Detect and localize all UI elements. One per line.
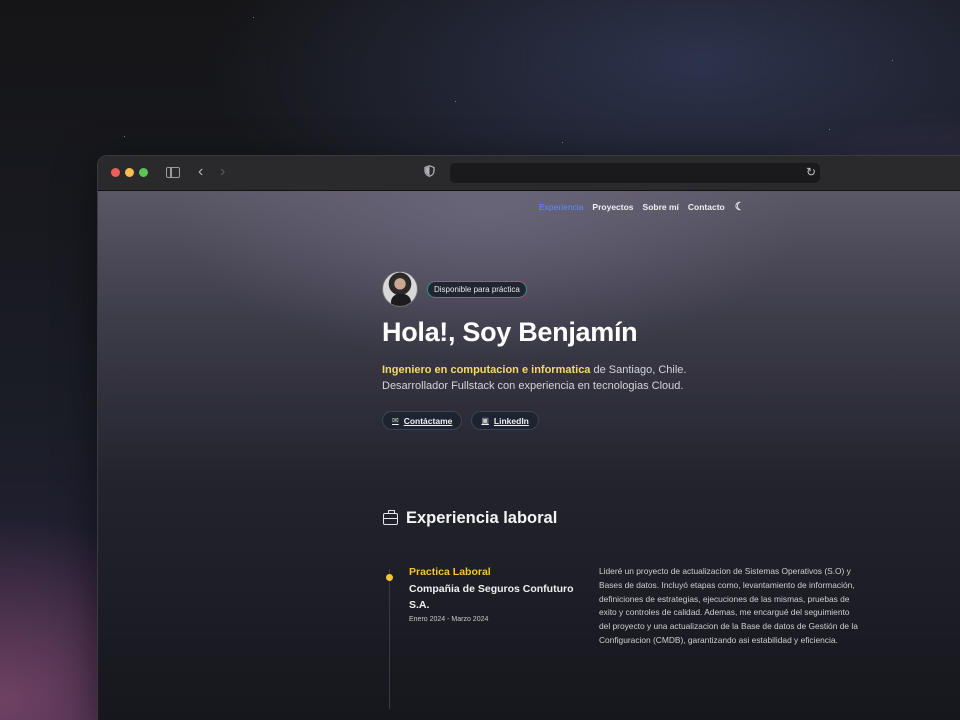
star <box>562 142 563 143</box>
nav-item-proyectos[interactable]: Proyectos <box>592 202 633 212</box>
job-description: Lideré un proyecto de actualizacion de S… <box>599 566 858 645</box>
page-title: Hola!, Soy Benjamín <box>382 317 638 347</box>
moon-icon[interactable]: ☾ <box>735 200 745 213</box>
minimize-window-button[interactable] <box>125 168 134 177</box>
linkedin-button-label: LinkedIn <box>493 415 529 426</box>
job-role: Practica Laboral <box>409 566 491 578</box>
linkedin-icon: ▣ <box>481 416 489 425</box>
contact-button[interactable]: ✉ Contáctame <box>382 411 463 430</box>
forward-arrow-icon[interactable]: › <box>220 164 225 180</box>
page-viewport: Experiencia Proyectos Sobre mí Contacto … <box>98 191 960 720</box>
description-line-2: Desarrollador Fullstack con experiencia … <box>382 380 684 392</box>
nav-item-experiencia[interactable]: Experiencia <box>539 202 583 212</box>
job-date: Enero 2024 - Marzo 2024 <box>409 616 489 623</box>
job-company: Compañia de Seguros Confuturo S.A. <box>409 583 574 611</box>
briefcase-icon <box>383 509 398 525</box>
experience-section-title: Experiencia laboral <box>383 509 557 528</box>
star <box>124 136 125 137</box>
availability-badge: Disponible para práctica <box>427 280 527 298</box>
star <box>455 101 456 102</box>
avatar-row: Disponible para práctica <box>382 271 822 307</box>
star <box>892 60 893 61</box>
back-arrow-icon[interactable]: ‹ <box>198 164 203 180</box>
star <box>253 17 254 18</box>
shield-icon[interactable] <box>424 165 435 181</box>
nav-item-sobre-mi[interactable]: Sobre mí <box>643 202 679 212</box>
linkedin-button[interactable]: ▣ LinkedIn <box>471 411 539 430</box>
timeline-line <box>389 569 390 709</box>
location-text: de Santiago, Chile. <box>590 364 687 376</box>
job-entry: Practica Laboral Compañia de Seguros Con… <box>409 566 579 623</box>
reload-icon[interactable]: ↻ <box>806 165 816 179</box>
mail-icon: ✉ <box>392 416 399 425</box>
role-highlight: Ingeniero en computacion e informatica <box>382 364 591 376</box>
browser-window: ‹ › ↻ Experiencia Proyectos Sobre mí Con… <box>97 155 960 720</box>
nav-item-contacto[interactable]: Contacto <box>688 202 725 212</box>
sidebar-toggle-icon[interactable] <box>166 167 180 178</box>
address-bar[interactable]: ↻ <box>450 163 820 183</box>
experience-title-text: Experiencia laboral <box>406 509 558 527</box>
browser-toolbar: ‹ › ↻ <box>98 156 960 191</box>
hero-buttons: ✉ Contáctame ▣ LinkedIn <box>382 411 822 430</box>
close-window-button[interactable] <box>111 168 120 177</box>
timeline-dot <box>386 574 393 581</box>
avatar <box>382 271 418 307</box>
top-nav: Experiencia Proyectos Sobre mí Contacto … <box>539 200 745 213</box>
maximize-window-button[interactable] <box>139 168 148 177</box>
star <box>829 129 830 130</box>
contact-button-label: Contáctame <box>403 415 453 426</box>
hero-description: Ingeniero en computacion e informatica d… <box>382 362 822 394</box>
hero-section: Disponible para práctica Hola!, Soy Benj… <box>382 271 822 430</box>
